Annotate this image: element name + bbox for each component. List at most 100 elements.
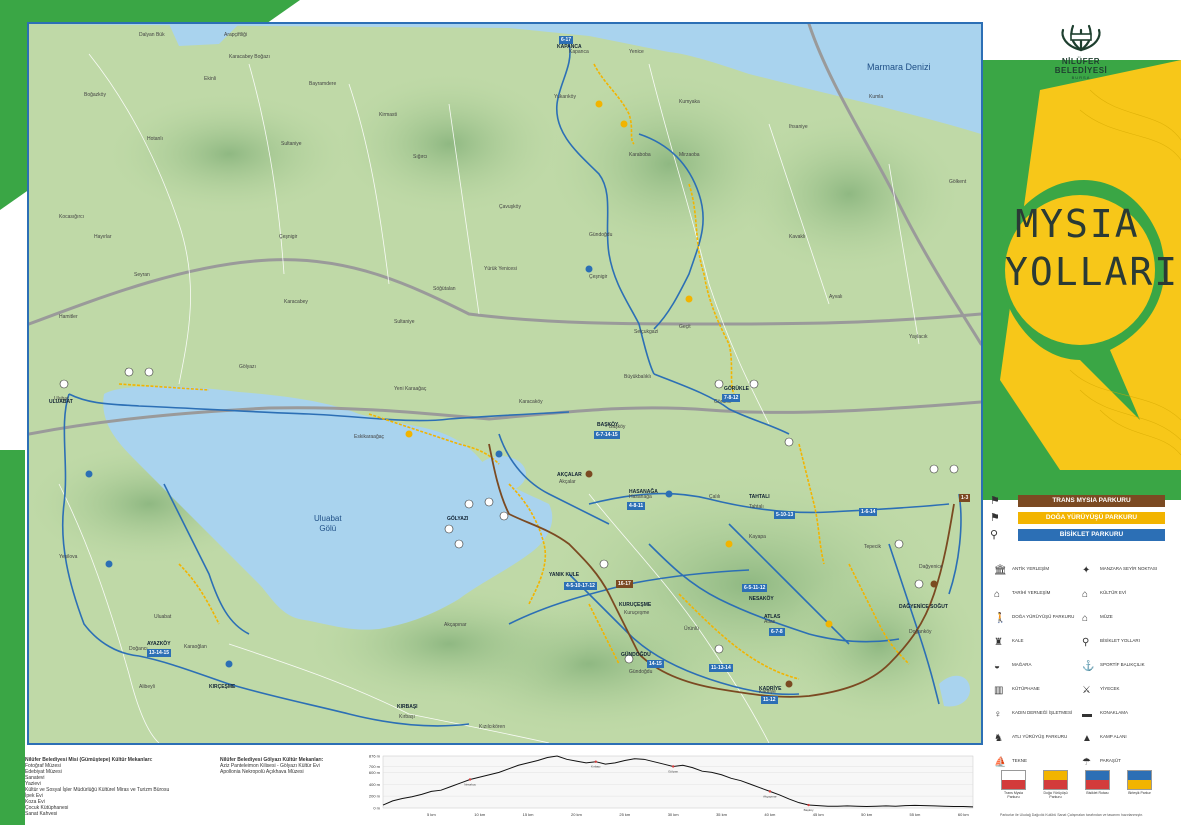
place-label[interactable]: Doğanköy: [909, 629, 932, 635]
place-label[interactable]: Kayapa: [749, 534, 766, 540]
route-number-tag[interactable]: 4-8-11: [627, 502, 646, 510]
place-label[interactable]: Karacaköy: [519, 399, 543, 405]
map-area[interactable]: Dalyan Bük Arapçiftliği Karacabey Boğazı Bo…: [27, 22, 983, 745]
logo-city: BURSA: [1071, 75, 1091, 80]
route-number-tag[interactable]: 11-12: [761, 696, 778, 704]
place-label[interactable]: Sultaniye: [281, 141, 302, 147]
place-label[interactable]: Çavuşköy: [499, 204, 521, 210]
place-label[interactable]: Dağyenice: [919, 564, 943, 570]
map-canvas[interactable]: [29, 24, 981, 743]
route-number-tag[interactable]: 1-3: [959, 494, 971, 502]
sea-label: Marmara Denizi: [867, 62, 931, 72]
place-label[interactable]: Kumla: [869, 94, 883, 100]
place-label[interactable]: Kızılcıkören: [479, 724, 505, 730]
place-label[interactable]: Gündoğdu: [629, 669, 652, 675]
stop-name-label[interactable]: KURUÇEŞME: [619, 602, 651, 608]
trail-sign-label-line2: Parkuru: [1007, 795, 1020, 799]
route-number-tag[interactable]: 1-6-14: [859, 508, 878, 516]
place-label[interactable]: Karaoğlan: [184, 644, 207, 650]
route-number-tag[interactable]: 14-15: [647, 660, 664, 668]
place-label[interactable]: Ürünlü: [684, 626, 699, 632]
place-label[interactable]: Seyran: [134, 272, 150, 278]
place-label[interactable]: Yaylacık: [909, 334, 928, 340]
route-number-tag[interactable]: 6-7-14-15: [594, 431, 620, 439]
route-number-tag[interactable]: 6-7-8: [769, 628, 785, 636]
stop-name-label[interactable]: KIRBAŞI: [397, 704, 418, 710]
place-label[interactable]: Doğancı: [129, 646, 148, 652]
stop-name-label[interactable]: HASANAĞA: [629, 489, 658, 495]
place-label[interactable]: Gölyazı: [239, 364, 256, 370]
place-label[interactable]: Kocasığırcı: [59, 214, 84, 220]
place-label[interactable]: Akçalar: [559, 479, 576, 485]
place-label[interactable]: Alibeyli: [139, 684, 155, 690]
place-label[interactable]: Söğütalan: [433, 286, 456, 292]
place-label[interactable]: Kirmasti: [379, 112, 397, 118]
place-label[interactable]: Karacabey: [284, 299, 308, 305]
place-label[interactable]: Kumyaka: [679, 99, 700, 105]
place-label[interactable]: Boğazköy: [84, 92, 106, 98]
place-label[interactable]: Ekinli: [204, 76, 216, 82]
place-label[interactable]: Kırbaşı: [399, 714, 415, 720]
stop-name-label[interactable]: GÜNDOĞDU: [621, 652, 651, 658]
place-label[interactable]: Selçukgazi: [634, 329, 658, 335]
place-label[interactable]: Yukarıköy: [554, 94, 576, 100]
place-label[interactable]: Eskikaraağaç: [354, 434, 384, 440]
stop-name-label[interactable]: AKÇALAR: [557, 472, 582, 478]
stop-name-label[interactable]: GÖLYAZI: [447, 516, 468, 522]
place-label[interactable]: Bayramdere: [309, 81, 336, 87]
route-number-tag[interactable]: 5-10-13: [774, 511, 796, 519]
stop-name-label[interactable]: ATLAS: [764, 614, 780, 620]
place-label[interactable]: Çeşnigir: [589, 274, 607, 280]
place-label[interactable]: Ihsaniye: [789, 124, 808, 130]
place-label[interactable]: Büyükbalıklı: [624, 374, 651, 380]
profile-x-tick: 45 km: [813, 812, 825, 817]
place-label[interactable]: Tahtalı: [749, 504, 764, 510]
place-label[interactable]: Sığırcı: [413, 154, 427, 160]
place-label[interactable]: Yeni Karaağaç: [394, 386, 426, 392]
place-label[interactable]: Çalılı: [709, 494, 720, 500]
stop-name-label[interactable]: DAĞYENİCE SOĞUT: [899, 604, 948, 610]
place-label[interactable]: Yenice: [629, 49, 644, 55]
stop-name-label[interactable]: NESAKÖY: [749, 596, 774, 602]
place-label[interactable]: Çeşnigir: [279, 234, 297, 240]
place-label[interactable]: Geçit: [679, 324, 691, 330]
route-number-tag[interactable]: 6-17: [559, 36, 574, 44]
stop-name-label[interactable]: KIRÇEŞME: [209, 684, 235, 690]
place-label[interactable]: Ayvalı: [829, 294, 843, 300]
place-label[interactable]: Hayırlar: [94, 234, 112, 240]
place-label[interactable]: Mirzaoba: [679, 152, 700, 158]
stop-name-label[interactable]: BAŞKÖY: [597, 422, 618, 428]
place-label[interactable]: Akçapınar: [444, 622, 467, 628]
stop-name-label[interactable]: KAPANCA: [557, 44, 582, 50]
place-label[interactable]: Sultaniye: [394, 319, 415, 325]
place-label[interactable]: Kavaklı: [789, 234, 805, 240]
route-number-tag[interactable]: 7-8-12: [722, 394, 741, 402]
place-label[interactable]: Yürük Yenicesi: [484, 266, 517, 272]
place-label[interactable]: Karacabey Boğazı: [229, 54, 270, 60]
place-label[interactable]: Tepecik: [864, 544, 881, 550]
route-number-tag[interactable]: 6-5-11-12: [742, 584, 768, 592]
route-number-tag[interactable]: 16-17: [616, 580, 633, 588]
place-label[interactable]: Hotanlı: [147, 136, 163, 142]
stop-name-label[interactable]: ULUABAT: [49, 399, 73, 405]
stop-name-label[interactable]: AYAZKÖY: [147, 641, 171, 647]
stop-name-label[interactable]: GÖRÜKLE: [724, 386, 749, 392]
place-label[interactable]: Hamitler: [59, 314, 78, 320]
profile-y-tick: 0 m: [373, 806, 380, 811]
stop-name-label[interactable]: KADRİYE: [759, 686, 782, 692]
stop-name-label[interactable]: TAHTALI: [749, 494, 770, 500]
place-label[interactable]: Dalyan Bük: [139, 32, 165, 38]
place-label[interactable]: Gündoğdu: [589, 232, 612, 238]
place-label[interactable]: Uluabat: [154, 614, 171, 620]
route-number-tag[interactable]: 13-14-15: [147, 649, 172, 657]
place-label[interactable]: Kuruçeşme: [624, 610, 649, 616]
place-label[interactable]: Gölkent: [949, 179, 966, 185]
place-label[interactable]: Karaboba: [629, 152, 651, 158]
route-number-tag[interactable]: 4-5-10-17-12: [564, 582, 597, 590]
stop-name-label[interactable]: YANIK KULE: [549, 572, 579, 578]
place-label[interactable]: Arapçiftliği: [224, 32, 247, 38]
misi-venues-list: Fotoğraf Müzesi Edebiyat Müzesi Sanatevi Ya…: [25, 763, 225, 817]
route-number-tag[interactable]: 11-13-14: [709, 664, 733, 672]
museum-icon: ⌂: [1082, 613, 1089, 624]
place-label[interactable]: Yeşilova: [59, 554, 77, 560]
